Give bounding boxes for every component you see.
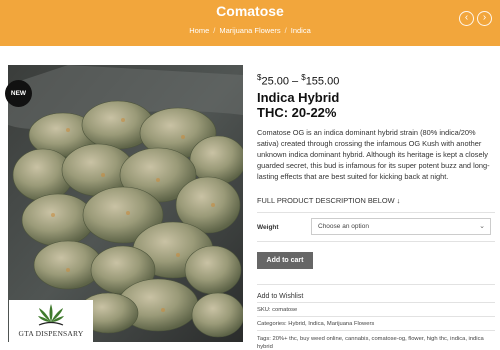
breadcrumb: Home / Marijuana Flowers / Indica [0,26,500,35]
divider [257,284,495,285]
divider [257,212,495,213]
divider [257,302,495,303]
tags: Tags: 20%+ thc, buy weed online, cannabi… [257,336,484,350]
chevron-down-icon: ⌄ [479,223,485,230]
weight-select[interactable]: Choose an option ⌄ [311,218,491,235]
divider [257,316,495,317]
product-thc: THC: 20-22% [257,105,337,120]
chevron-right-icon: › [482,12,487,23]
weight-label: Weight [257,224,279,231]
divider [257,330,495,331]
prev-product-button[interactable]: ‹ [459,11,474,26]
breadcrumb-separator: / [213,26,216,35]
next-product-button[interactable]: › [477,11,492,26]
weight-select-value: Choose an option [318,223,369,230]
add-to-cart-button[interactable]: Add to cart [257,252,313,269]
breadcrumb-marijuana-flowers[interactable]: Marijuana Flowers [219,26,280,35]
product-description: Comatose OG is an indica dominant hybrid… [257,128,490,181]
price-min: 25.00 [261,75,289,88]
chevron-left-icon: ‹ [464,12,469,23]
page-header: Comatose Home / Marijuana Flowers / Indica ‹… [0,0,500,46]
price-max: 155.00 [305,75,340,88]
cannabis-leaf-icon [38,304,64,326]
logo-text: GTA DISPENSARY [18,329,84,338]
product-type: Indica Hybrid [257,90,340,105]
price-separator: – [292,75,299,88]
sku: SKU: comatose [257,307,298,313]
new-badge: NEW [5,80,32,107]
breadcrumb-separator: / [284,26,287,35]
page-title: Comatose [216,3,284,19]
divider [257,241,495,242]
full-description-link[interactable]: FULL PRODUCT DESCRIPTION BELOW ↓ [257,196,400,205]
price-range: $25.00 – $155.00 [257,73,339,88]
product-heading: Indica Hybrid THC: 20-22% [257,90,339,120]
dispensary-logo: GTA DISPENSARY [9,300,93,342]
add-to-wishlist-link[interactable]: Add to Wishlist [257,293,303,300]
breadcrumb-home[interactable]: Home [189,26,209,35]
categories: Categories: Hybrid, Indica, Marijuana Fl… [257,321,375,327]
breadcrumb-indica[interactable]: Indica [291,26,311,35]
